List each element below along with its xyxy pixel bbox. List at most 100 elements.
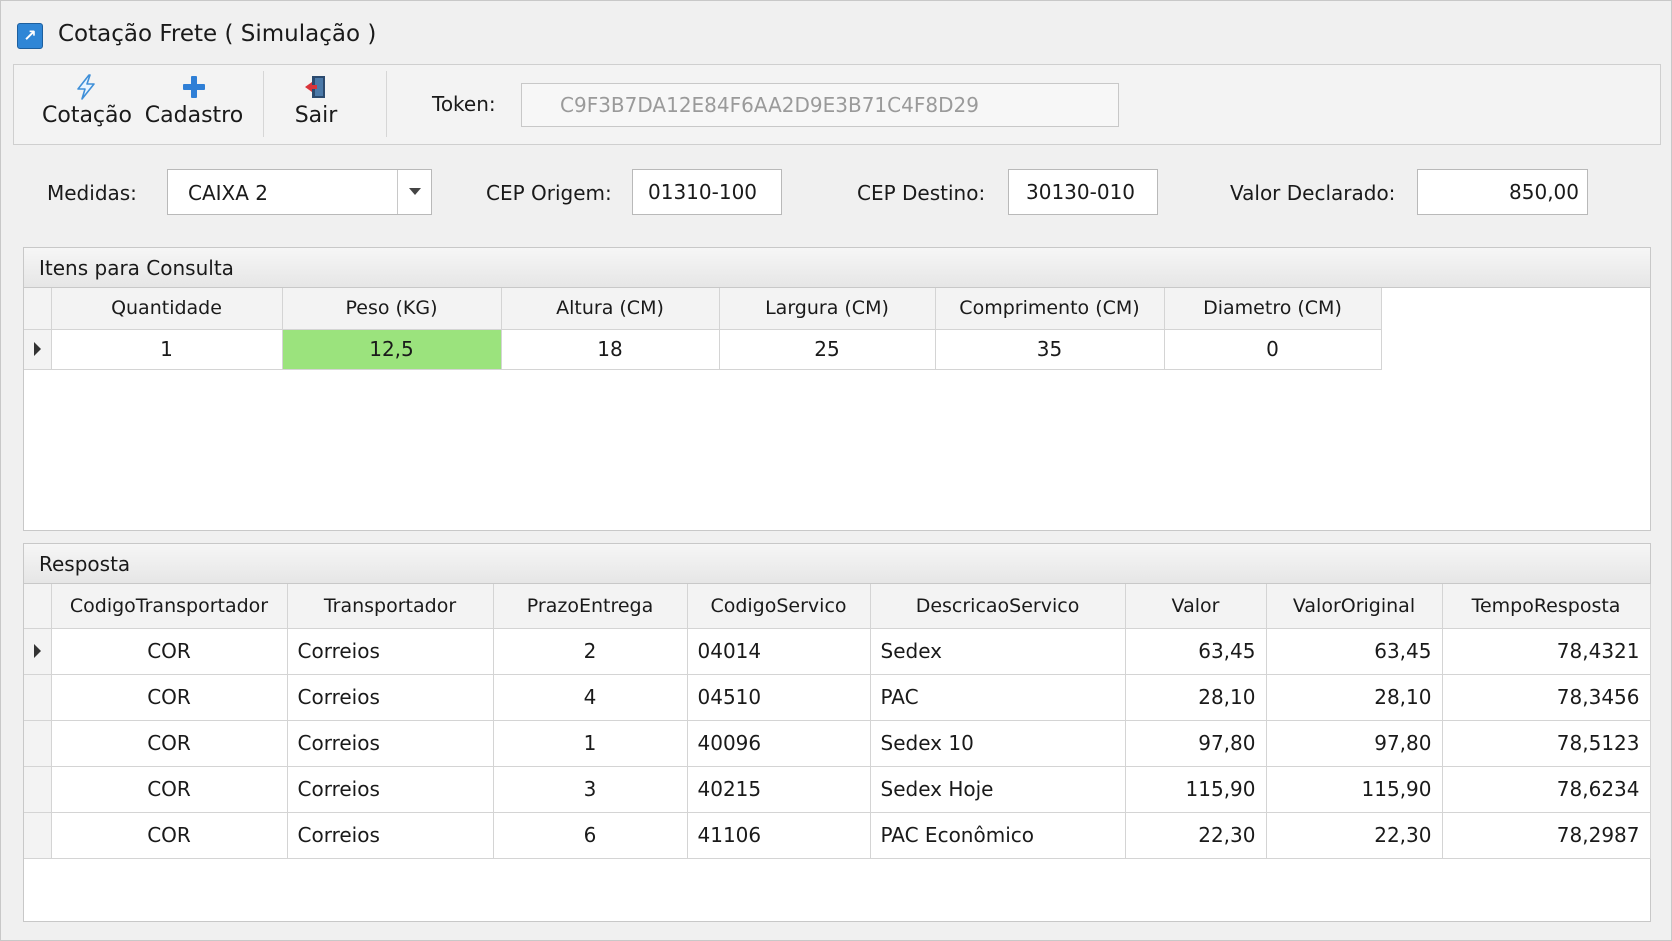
row-selector[interactable]: [24, 812, 52, 859]
table-row[interactable]: COR Correios 3 40215 Sedex Hoje 115,90 1…: [24, 766, 1651, 813]
table-cell[interactable]: PAC Econômico: [870, 812, 1126, 859]
table-cell[interactable]: 22,30: [1125, 812, 1267, 859]
row-pointer-icon: [34, 644, 41, 658]
row-selector[interactable]: [24, 674, 52, 721]
toolbar-separator: [386, 71, 387, 137]
table-cell[interactable]: COR: [51, 674, 288, 721]
row-selector[interactable]: [24, 628, 52, 675]
app-window: ↗ Cotação Frete ( Simulação ) Cotação Ca…: [0, 0, 1672, 941]
column-header[interactable]: Peso (KG): [282, 288, 502, 330]
table-cell[interactable]: 40096: [687, 720, 871, 767]
table-cell[interactable]: 04014: [687, 628, 871, 675]
cotacao-label: Cotação: [42, 103, 132, 128]
table-cell[interactable]: 35: [935, 329, 1165, 370]
table-cell[interactable]: 115,90: [1266, 766, 1443, 813]
plus-icon: [183, 76, 205, 98]
table-cell[interactable]: 40215: [687, 766, 871, 813]
table-cell[interactable]: 78,5123: [1442, 720, 1651, 767]
table-cell-selected[interactable]: 12,5: [282, 329, 502, 370]
medidas-combobox[interactable]: CAIXA 2: [167, 169, 432, 215]
cep-origem-label: CEP Origem:: [486, 181, 612, 205]
table-cell[interactable]: 78,6234: [1442, 766, 1651, 813]
valor-declarado-label: Valor Declarado:: [1230, 181, 1396, 205]
cadastro-label: Cadastro: [144, 103, 244, 128]
table-cell[interactable]: 22,30: [1266, 812, 1443, 859]
token-input[interactable]: [521, 83, 1119, 127]
table-row[interactable]: COR Correios 6 41106 PAC Econômico 22,30…: [24, 812, 1651, 859]
table-cell[interactable]: 1: [51, 329, 283, 370]
table-cell[interactable]: 4: [493, 674, 688, 721]
column-header[interactable]: PrazoEntrega: [493, 584, 688, 629]
column-header[interactable]: ValorOriginal: [1266, 584, 1443, 629]
valor-declarado-input[interactable]: [1417, 169, 1588, 215]
column-header[interactable]: Valor: [1125, 584, 1267, 629]
exit-door-icon: [305, 76, 325, 98]
table-cell[interactable]: 28,10: [1266, 674, 1443, 721]
table-cell[interactable]: COR: [51, 628, 288, 675]
resposta-grid[interactable]: CodigoTransportador Transportador PrazoE…: [24, 584, 1651, 859]
table-cell[interactable]: Correios: [287, 720, 494, 767]
table-cell[interactable]: 63,45: [1266, 628, 1443, 675]
table-cell[interactable]: COR: [51, 812, 288, 859]
table-cell[interactable]: Sedex Hoje: [870, 766, 1126, 813]
cadastro-button[interactable]: Cadastro: [144, 65, 244, 144]
table-cell[interactable]: Correios: [287, 766, 494, 813]
column-header[interactable]: CodigoTransportador: [51, 584, 288, 629]
medidas-value: CAIXA 2: [188, 181, 269, 205]
table-cell[interactable]: 97,80: [1266, 720, 1443, 767]
table-cell[interactable]: 3: [493, 766, 688, 813]
row-selector[interactable]: [24, 766, 52, 813]
table-cell[interactable]: 28,10: [1125, 674, 1267, 721]
column-header[interactable]: DescricaoServico: [870, 584, 1126, 629]
table-cell[interactable]: 115,90: [1125, 766, 1267, 813]
table-row[interactable]: COR Correios 2 04014 Sedex 63,45 63,45 7…: [24, 628, 1651, 675]
table-cell[interactable]: Sedex: [870, 628, 1126, 675]
chevron-down-icon[interactable]: [397, 170, 431, 214]
row-selector[interactable]: [24, 329, 52, 370]
table-cell[interactable]: 6: [493, 812, 688, 859]
table-cell[interactable]: 2: [493, 628, 688, 675]
table-cell[interactable]: 41106: [687, 812, 871, 859]
cep-destino-label: CEP Destino:: [857, 181, 986, 205]
table-cell[interactable]: 0: [1164, 329, 1382, 370]
table-row[interactable]: 1 12,5 18 25 35 0: [24, 329, 1382, 370]
table-cell[interactable]: COR: [51, 720, 288, 767]
itens-grid[interactable]: Quantidade Peso (KG) Altura (CM) Largura…: [24, 288, 1382, 370]
table-cell[interactable]: 1: [493, 720, 688, 767]
column-header[interactable]: CodigoServico: [687, 584, 871, 629]
column-header[interactable]: Largura (CM): [719, 288, 936, 330]
column-header[interactable]: Diametro (CM): [1164, 288, 1382, 330]
table-cell[interactable]: 78,4321: [1442, 628, 1651, 675]
cep-destino-input[interactable]: [1008, 169, 1158, 215]
column-header[interactable]: Quantidade: [51, 288, 283, 330]
column-header[interactable]: TempoResposta: [1442, 584, 1651, 629]
table-cell[interactable]: Correios: [287, 812, 494, 859]
table-cell[interactable]: 63,45: [1125, 628, 1267, 675]
table-cell[interactable]: Correios: [287, 674, 494, 721]
sair-label: Sair: [294, 103, 338, 128]
table-cell[interactable]: 18: [501, 329, 720, 370]
table-cell[interactable]: PAC: [870, 674, 1126, 721]
table-row[interactable]: COR Correios 1 40096 Sedex 10 97,80 97,8…: [24, 720, 1651, 767]
resposta-header-row: CodigoTransportador Transportador PrazoE…: [24, 584, 1651, 629]
row-selector[interactable]: [24, 720, 52, 767]
cotacao-button[interactable]: Cotação: [42, 65, 132, 144]
cep-origem-input[interactable]: [632, 169, 782, 215]
table-cell[interactable]: 97,80: [1125, 720, 1267, 767]
table-cell[interactable]: COR: [51, 766, 288, 813]
column-header[interactable]: Altura (CM): [501, 288, 720, 330]
toolbar-separator: [263, 71, 264, 137]
toolbar: Cotação Cadastro Sair Token:: [13, 64, 1661, 145]
token-label: Token:: [432, 92, 496, 116]
table-cell[interactable]: Sedex 10: [870, 720, 1126, 767]
table-cell[interactable]: 25: [719, 329, 936, 370]
resposta-group: Resposta CodigoTransportador Transportad…: [23, 543, 1651, 922]
table-cell[interactable]: 78,3456: [1442, 674, 1651, 721]
table-row[interactable]: COR Correios 4 04510 PAC 28,10 28,10 78,…: [24, 674, 1651, 721]
table-cell[interactable]: 78,2987: [1442, 812, 1651, 859]
column-header[interactable]: Transportador: [287, 584, 494, 629]
table-cell[interactable]: 04510: [687, 674, 871, 721]
sair-button[interactable]: Sair: [276, 65, 356, 144]
column-header[interactable]: Comprimento (CM): [935, 288, 1165, 330]
table-cell[interactable]: Correios: [287, 628, 494, 675]
